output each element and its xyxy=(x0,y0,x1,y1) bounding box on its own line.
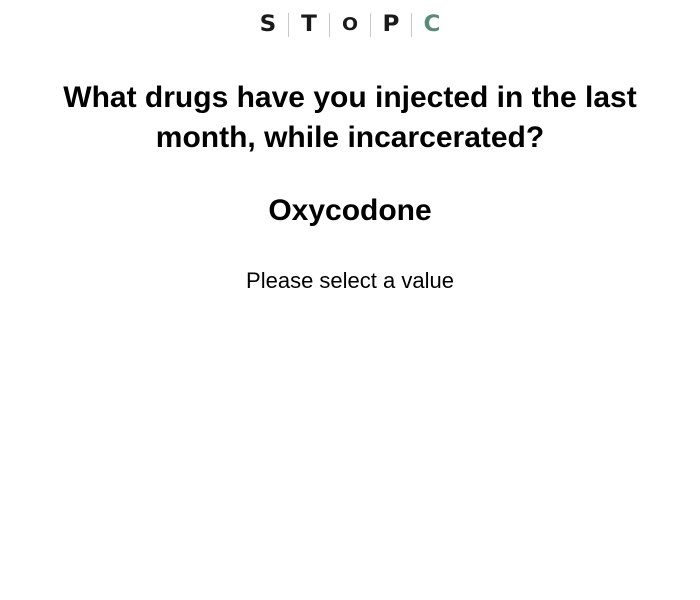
survey-page: S T O P C What drugs have you injected i… xyxy=(0,0,700,600)
logo-letter-p: P xyxy=(382,12,400,37)
logo-letters: S T O P C xyxy=(248,12,452,38)
logo-letter-c: C xyxy=(423,12,441,37)
logo-letter-s: S xyxy=(259,12,277,37)
logo-letter-o: O xyxy=(341,14,359,35)
logo-letter-t: T xyxy=(301,12,317,37)
select-value-prompt: Please select a value xyxy=(246,268,454,293)
stopc-logo: S T O P C xyxy=(0,12,700,38)
question-text: What drugs have you injected in the last… xyxy=(63,81,637,154)
option-label: Oxycodone xyxy=(268,194,432,227)
